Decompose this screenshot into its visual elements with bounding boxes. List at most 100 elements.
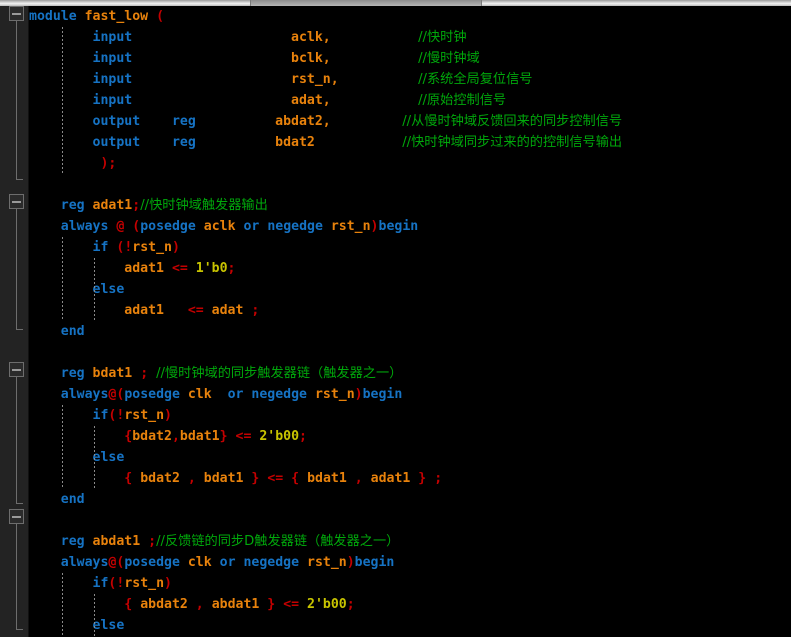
collapse-always-block-3[interactable]	[9, 509, 24, 524]
code-folding-gutter[interactable]	[0, 6, 29, 637]
code-line[interactable]: always@(posedge clk or negedge rst_n)beg…	[29, 552, 791, 573]
collapse-module-block[interactable]	[9, 6, 24, 21]
code-token: ;	[227, 261, 236, 276]
code-line[interactable]: input aclk, //快时钟	[29, 27, 791, 48]
code-line[interactable]: output reg bdat2 //快时钟域同步过来的的控制信号输出	[29, 132, 791, 153]
code-token: adat1	[92, 198, 133, 213]
code-token: )	[164, 576, 172, 591]
code-line[interactable]: input bclk, //慢时钟域	[29, 48, 791, 69]
code-line[interactable]: if (!rst_n)	[29, 237, 791, 258]
code-token: //原始控制信号	[418, 93, 507, 108]
code-token: //慢时钟域	[418, 51, 480, 66]
code-line[interactable]: end	[29, 489, 791, 510]
code-token: always	[60, 387, 109, 402]
code-token: (!	[116, 240, 133, 255]
code-line[interactable]: end	[29, 321, 791, 342]
indent-guide	[61, 237, 63, 321]
code-line[interactable]: module fast_low (	[29, 6, 791, 27]
code-line[interactable]: adat1 <= 1'b0;	[29, 258, 791, 279]
code-line[interactable]: { bdat2 , bdat1 } <= { bdat1 , adat1 } ;	[29, 468, 791, 489]
code-token: ,	[171, 429, 180, 444]
code-token: <=	[267, 471, 284, 486]
indent-guide	[61, 405, 63, 489]
code-token: )	[346, 555, 355, 570]
code-token: else	[92, 618, 125, 633]
code-line[interactable]: {bdat2,bdat1} <= 2'b00;	[29, 426, 791, 447]
code-token: adat1	[370, 471, 411, 486]
code-line[interactable]: else	[29, 615, 791, 636]
code-line[interactable]: else	[29, 279, 791, 300]
code-token: input	[92, 30, 133, 45]
code-line[interactable]	[29, 342, 791, 363]
indent-guide	[93, 258, 95, 321]
code-token: }	[219, 429, 228, 444]
code-token: ,	[354, 471, 363, 486]
code-editor-surface[interactable]: module fast_low ( input aclk, //快时钟 inpu…	[0, 0, 791, 637]
code-token: (!	[108, 576, 125, 591]
code-line[interactable]: { abdat2 , abdat1 } <= 2'b00;	[29, 594, 791, 615]
code-token: )	[171, 240, 180, 255]
code-token: clk	[187, 387, 212, 402]
code-line[interactable]: else	[29, 447, 791, 468]
code-line[interactable]: if(!rst_n)	[29, 405, 791, 426]
code-line[interactable]: input adat, //原始控制信号	[29, 90, 791, 111]
code-token: reg	[171, 114, 196, 129]
fold-range-line	[16, 209, 17, 329]
code-token: <=	[171, 261, 188, 276]
code-line[interactable]: output reg abdat2, //从慢时钟域反馈回来的同步控制信号	[29, 111, 791, 132]
code-line[interactable]: reg bdat1 ; //慢时钟域的同步触发器链（触发器之一）	[29, 363, 791, 384]
code-token: begin	[362, 387, 403, 402]
collapse-always-block-1[interactable]	[9, 194, 24, 209]
code-token: adat	[211, 303, 244, 318]
code-line[interactable]: always@(posedge clk or negedge rst_n)beg…	[29, 384, 791, 405]
code-token: adat,	[291, 93, 331, 108]
code-token: rst_n	[124, 408, 165, 423]
code-token: rst_n	[307, 555, 347, 570]
code-token: 1'b0	[195, 261, 228, 276]
code-token: (	[156, 9, 165, 24]
code-token: reg	[171, 135, 196, 150]
code-token: posedge	[124, 387, 180, 402]
code-token: end	[60, 324, 85, 339]
collapse-always-block-2[interactable]	[9, 362, 24, 377]
code-line[interactable]: adat1 <= adat ;	[29, 300, 791, 321]
code-line[interactable]	[29, 510, 791, 531]
fold-range-end	[16, 629, 23, 630]
code-line[interactable]: reg abdat1 ;//反馈链的同步D触发器链（触发器之一）	[29, 531, 791, 552]
code-token: if	[92, 240, 109, 255]
code-line[interactable]: );	[29, 153, 791, 174]
code-line[interactable]: reg adat1;//快时钟域触发器输出	[29, 195, 791, 216]
code-line[interactable]: input rst_n, //系统全局复位信号	[29, 69, 791, 90]
code-line[interactable]: always @ (posedge aclk or negedge rst_n)…	[29, 216, 791, 237]
code-content[interactable]: module fast_low ( input aclk, //快时钟 inpu…	[29, 6, 791, 637]
code-line[interactable]	[29, 174, 791, 195]
indent-guide	[61, 27, 63, 174]
code-token: //系统全局复位信号	[418, 72, 533, 87]
code-token: negedge	[251, 387, 307, 402]
indent-guide	[61, 573, 63, 637]
code-line[interactable]: if(!rst_n)	[29, 573, 791, 594]
